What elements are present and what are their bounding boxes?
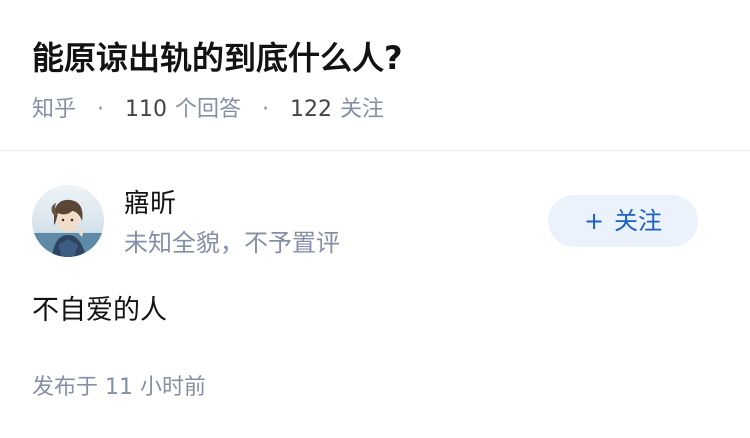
question-source[interactable]: 知乎 bbox=[32, 97, 76, 122]
answer-content[interactable]: 不自爱的人 bbox=[32, 293, 167, 329]
follow-count-label: 关注 bbox=[340, 97, 385, 122]
meta-separator: · bbox=[97, 97, 105, 122]
follow-button-label: 关注 bbox=[614, 207, 663, 235]
author-name[interactable]: 寤昕 bbox=[124, 186, 176, 222]
follow-count-link[interactable]: 122 关注 bbox=[290, 97, 384, 122]
question-meta: 知乎 · 110 个回答 · 122 关注 bbox=[32, 94, 384, 126]
answer-count-label: 个回答 bbox=[175, 97, 242, 122]
answer-count-link[interactable]: 110 个回答 bbox=[125, 97, 248, 122]
meta-separator: · bbox=[262, 97, 270, 122]
follow-count: 122 bbox=[290, 97, 333, 122]
plus-icon: + bbox=[583, 207, 605, 235]
avatar[interactable] bbox=[32, 185, 104, 257]
publish-time: 发布于 11 小时前 bbox=[32, 372, 206, 404]
author-bio: 未知全貌，不予置评 bbox=[124, 229, 340, 257]
publish-time-value: 11 小时前 bbox=[105, 375, 207, 400]
question-title[interactable]: 能原谅出轨的到底什么人? bbox=[32, 34, 403, 82]
follow-button[interactable]: + 关注 bbox=[548, 195, 698, 247]
answer-count: 110 bbox=[125, 97, 168, 122]
question-header: 能原谅出轨的到底什么人? 知乎 · 110 个回答 · 122 关注 bbox=[0, 0, 750, 151]
publish-label: 发布于 bbox=[32, 375, 99, 400]
avatar-image bbox=[32, 185, 104, 257]
